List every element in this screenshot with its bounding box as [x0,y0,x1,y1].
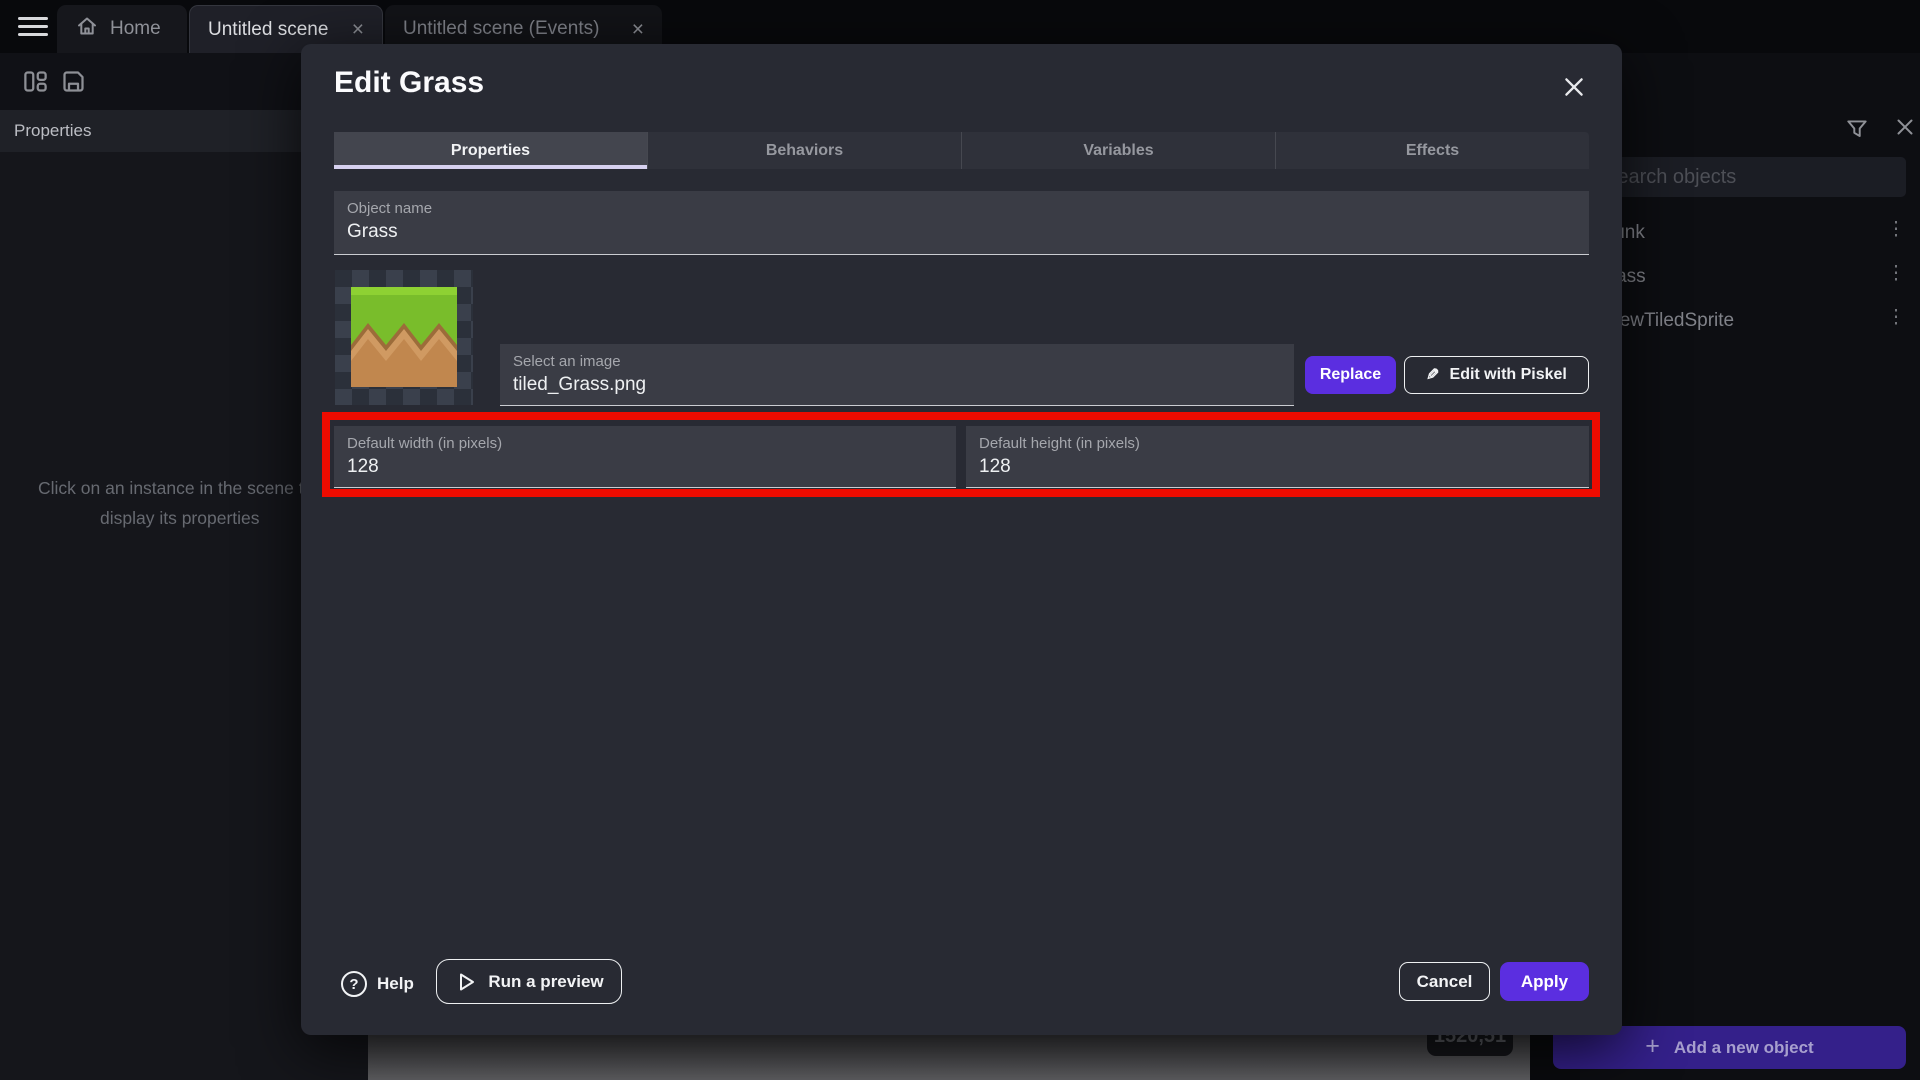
replace-button[interactable]: Replace [1305,356,1396,394]
object-list-item[interactable]: NewTiledSprite [1606,310,1734,332]
close-tab-icon[interactable]: × [352,19,364,40]
tab-behaviors[interactable]: Behaviors [647,132,961,169]
edit-with-piskel-button[interactable]: ✎ Edit with Piskel [1404,356,1589,394]
save-icon[interactable] [60,68,87,100]
edit-object-dialog: Edit Grass Properties Behaviors Variable… [301,44,1622,1035]
select-image-field[interactable]: Select an image tiled_Grass.png [500,344,1294,406]
tab-variables[interactable]: Variables [961,132,1275,169]
object-name-field[interactable]: Object name Grass [334,191,1589,255]
close-dialog-icon[interactable] [1561,74,1589,102]
dialog-title: Edit Grass [334,66,484,100]
default-width-field[interactable]: Default width (in pixels) 128 [334,426,956,488]
field-value: 128 [979,456,1011,478]
objects-panel [1580,53,1920,1080]
tab-properties[interactable]: Properties [334,132,647,169]
default-height-field[interactable]: Default height (in pixels) 128 [966,426,1589,488]
empty-state-text: display its properties [100,508,260,529]
search-objects-input[interactable] [1596,157,1906,197]
pencil-icon: ✎ [1426,365,1439,385]
field-label: Object name [347,200,432,217]
object-image-thumbnail [335,270,473,405]
dialog-tabs: Properties Behaviors Variables Effects [334,132,1589,169]
tab-label: Untitled scene [208,19,328,41]
question-icon: ? [341,971,367,997]
app-root: Home Untitled scene × Untitled scene (Ev… [0,0,1920,1080]
menu-icon[interactable] [18,17,48,37]
tab-effects[interactable]: Effects [1275,132,1589,169]
object-menu-icon[interactable]: ⋮ [1884,264,1908,285]
cancel-button[interactable]: Cancel [1399,962,1490,1001]
play-icon [454,970,478,994]
field-label: Default height (in pixels) [979,435,1140,452]
tab-home[interactable]: Home [57,5,187,53]
close-tab-icon[interactable]: × [632,19,644,40]
field-value: tiled_Grass.png [513,374,646,396]
run-preview-button[interactable]: Run a preview [436,959,622,1004]
toggle-panels-icon[interactable] [22,68,49,100]
empty-state-text: Click on an instance in the scene to [38,478,313,499]
close-panel-icon[interactable] [1892,114,1918,145]
object-menu-icon[interactable]: ⋮ [1884,308,1908,329]
filter-icon[interactable] [1844,116,1870,147]
field-value: 128 [347,456,379,478]
field-label: Default width (in pixels) [347,435,502,452]
field-value: Grass [347,221,398,243]
plus-icon: + [1645,1032,1660,1061]
help-button[interactable]: ? Help [335,964,420,1004]
home-icon [75,14,99,44]
add-object-label: Add a new object [1674,1038,1814,1058]
object-menu-icon[interactable]: ⋮ [1884,220,1908,241]
scene-canvas[interactable] [368,1035,1530,1080]
tab-label: Home [110,18,161,40]
apply-button[interactable]: Apply [1500,962,1589,1001]
field-label: Select an image [513,353,621,370]
tab-label: Untitled scene (Events) [403,18,599,40]
